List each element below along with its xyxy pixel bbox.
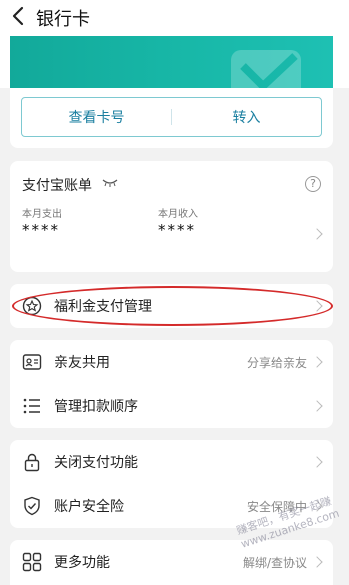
family-share-sub: 分享给亲友 bbox=[246, 356, 307, 370]
help-icon[interactable]: ? bbox=[305, 176, 321, 192]
bank-card-banner[interactable] bbox=[10, 36, 333, 88]
card-actions-panel: 查看卡号 转入 bbox=[10, 88, 333, 148]
family-share-row[interactable]: 亲友共用 分享给亲友 bbox=[10, 340, 333, 384]
page-title: 银行卡 bbox=[36, 9, 90, 30]
more-functions-sub: 解绑/查协议 bbox=[242, 556, 307, 570]
account-insurance-label: 账户安全险 bbox=[54, 499, 124, 515]
month-expense-value: **** bbox=[22, 221, 60, 239]
view-card-number-button[interactable]: 查看卡号 bbox=[22, 107, 171, 127]
grid-icon bbox=[22, 552, 42, 572]
people-card-icon bbox=[22, 354, 42, 370]
family-panel: 亲友共用 分享给亲友 管理扣款顺序 bbox=[10, 340, 333, 428]
chevron-right-icon bbox=[311, 228, 323, 240]
more-functions-label: 更多功能 bbox=[54, 555, 110, 571]
deduction-order-label: 管理扣款顺序 bbox=[54, 399, 138, 415]
shield-check-icon bbox=[24, 496, 40, 516]
back-arrow-icon[interactable] bbox=[8, 4, 28, 28]
eye-closed-icon[interactable] bbox=[102, 179, 118, 187]
bill-title: 支付宝账单 bbox=[22, 178, 92, 194]
chevron-right-icon bbox=[311, 556, 323, 568]
transfer-in-button[interactable]: 转入 bbox=[172, 107, 321, 127]
month-income-label: 本月收入 bbox=[158, 209, 198, 220]
more-panel: 更多功能 解绑/查协议 bbox=[10, 540, 333, 585]
more-functions-row[interactable]: 更多功能 解绑/查协议 bbox=[10, 540, 333, 584]
family-share-label: 亲友共用 bbox=[54, 355, 110, 371]
red-highlight-circle bbox=[12, 286, 333, 326]
month-income-value: **** bbox=[158, 221, 196, 239]
chevron-right-icon bbox=[311, 456, 323, 468]
top-bar: 银行卡 bbox=[0, 0, 349, 36]
bank-logo-watermark bbox=[231, 50, 301, 88]
chevron-right-icon bbox=[311, 400, 323, 412]
card-actions: 查看卡号 转入 bbox=[21, 97, 322, 137]
disable-payment-label: 关闭支付功能 bbox=[54, 455, 138, 471]
bill-panel[interactable]: 支付宝账单 ? 本月支出 **** 本月收入 **** bbox=[10, 161, 333, 272]
chevron-right-icon bbox=[311, 356, 323, 368]
month-expense-label: 本月支出 bbox=[22, 209, 62, 220]
disable-payment-row[interactable]: 关闭支付功能 bbox=[10, 440, 333, 484]
list-icon bbox=[23, 398, 40, 414]
deduction-order-row[interactable]: 管理扣款顺序 bbox=[10, 384, 333, 428]
lock-icon bbox=[24, 453, 40, 472]
